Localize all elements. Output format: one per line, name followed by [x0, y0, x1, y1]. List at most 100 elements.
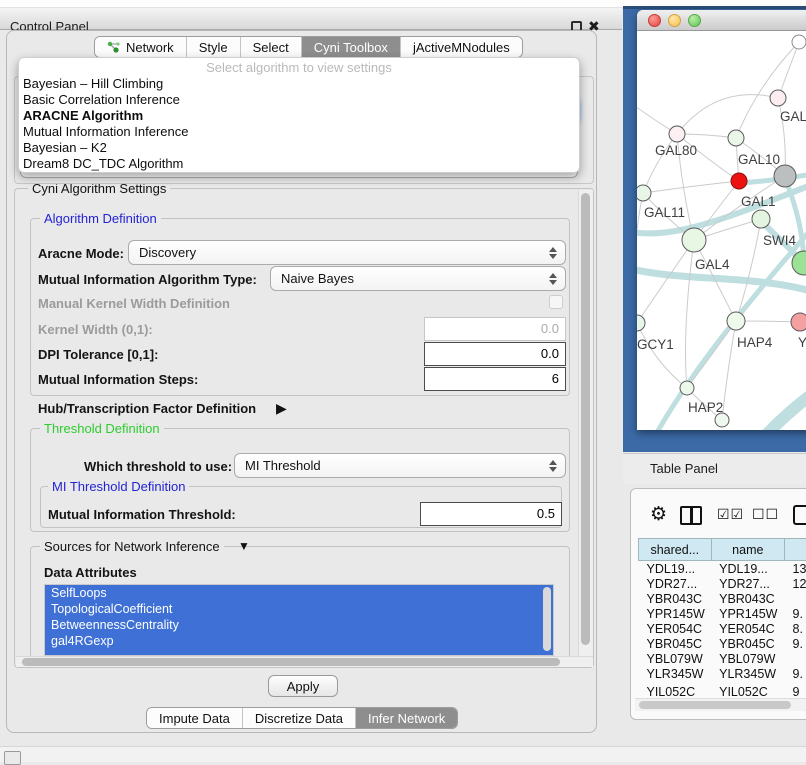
- network-node[interactable]: [715, 413, 729, 427]
- network-node-hap2[interactable]: [680, 381, 694, 395]
- network-node-swi4[interactable]: [752, 210, 770, 228]
- cell[interactable]: 13: [785, 561, 806, 577]
- list-item[interactable]: SelfLoops: [45, 585, 553, 601]
- cell[interactable]: YBL079W: [639, 651, 712, 666]
- cell[interactable]: [785, 591, 806, 606]
- table-row[interactable]: YBL079WYBL079W: [639, 651, 806, 666]
- column-header[interactable]: [785, 539, 806, 561]
- network-node[interactable]: [791, 313, 806, 331]
- which-threshold-combobox[interactable]: MI Threshold: [234, 453, 566, 478]
- cell[interactable]: YDR27...: [711, 576, 784, 591]
- mi-steps-field[interactable]: 6: [424, 367, 566, 391]
- cell[interactable]: 8.: [785, 621, 806, 636]
- tab-jactivemnodules[interactable]: jActiveMNodules: [401, 37, 522, 57]
- network-node-hap4[interactable]: [727, 312, 745, 330]
- settings-vscroll-thumb[interactable]: [581, 193, 590, 645]
- cell[interactable]: YLR345W: [711, 666, 784, 681]
- tab-style[interactable]: Style: [187, 37, 241, 57]
- cell[interactable]: YBL079W: [711, 651, 784, 666]
- dpi-tolerance-field[interactable]: 0.0: [424, 342, 566, 366]
- cell[interactable]: YPR145W: [711, 606, 784, 621]
- dropdown-item[interactable]: Dream8 DC_TDC Algorithm: [19, 156, 579, 172]
- cell[interactable]: YDL19...: [639, 561, 712, 577]
- table-row[interactable]: YDL19...YDL19...13: [639, 561, 806, 577]
- table-row[interactable]: YER054CYER054C8.: [639, 621, 806, 636]
- deselect-all-checks-icon[interactable]: ☐☐: [752, 506, 779, 523]
- list-item[interactable]: BetweennessCentrality: [45, 617, 553, 633]
- zoom-traffic-icon[interactable]: [688, 14, 701, 27]
- network-node-gal1[interactable]: [731, 173, 747, 189]
- tab-select[interactable]: Select: [241, 37, 302, 57]
- cell[interactable]: 9.: [785, 666, 806, 681]
- stepper-icon: [546, 273, 560, 285]
- dropdown-item[interactable]: Basic Correlation Inference: [19, 92, 579, 108]
- gear-icon[interactable]: ⚙: [650, 503, 667, 526]
- dropdown-item[interactable]: Mutual Information Inference: [19, 124, 579, 140]
- cell[interactable]: YDR27...: [639, 576, 712, 591]
- column-header-name[interactable]: name: [711, 539, 784, 561]
- cell[interactable]: YBR043C: [711, 591, 784, 606]
- tab-impute-data[interactable]: Impute Data: [147, 708, 243, 728]
- cell[interactable]: 9.: [785, 606, 806, 621]
- aracne-mode-combobox[interactable]: Discovery: [128, 240, 566, 265]
- table-row[interactable]: YPR145WYPR145W9.: [639, 606, 806, 621]
- tab-discretize-data[interactable]: Discretize Data: [243, 708, 356, 728]
- tab-cyni-toolbox[interactable]: Cyni Toolbox: [302, 37, 401, 57]
- panel-toggle-icon[interactable]: [4, 751, 21, 765]
- tab-cyni-toolbox-label: Cyni Toolbox: [314, 40, 388, 55]
- network-node-gal80[interactable]: [669, 126, 685, 142]
- table-row[interactable]: YBR045CYBR045C9.: [639, 636, 806, 651]
- cell[interactable]: YLR345W: [639, 666, 712, 681]
- which-threshold-value: MI Threshold: [235, 458, 546, 473]
- collapse-arrow-icon[interactable]: ▼: [238, 539, 250, 553]
- mit-field[interactable]: 0.5: [420, 502, 562, 526]
- cell[interactable]: YPR145W: [639, 606, 712, 621]
- mi-type-combobox[interactable]: Naive Bayes: [270, 266, 566, 291]
- table-row[interactable]: YDR27...YDR27...12: [639, 576, 806, 591]
- manual-kernel-checkbox[interactable]: [549, 295, 563, 309]
- cell[interactable]: YER054C: [639, 621, 712, 636]
- network-node-gal11[interactable]: [637, 185, 651, 201]
- dropdown-item-selected[interactable]: ARACNE Algorithm: [19, 108, 579, 124]
- cell[interactable]: YER054C: [711, 621, 784, 636]
- select-all-checks-icon[interactable]: ☑☑: [717, 506, 744, 523]
- table-row[interactable]: YBR043CYBR043C: [639, 591, 806, 606]
- list-item[interactable]: gal4RGexp: [45, 633, 553, 649]
- cell[interactable]: [785, 651, 806, 666]
- cell[interactable]: YBR043C: [639, 591, 712, 606]
- network-window-titlebar[interactable]: [637, 10, 806, 31]
- network-node-gcy1[interactable]: [637, 315, 645, 331]
- cell[interactable]: YBR045C: [639, 636, 712, 651]
- tab-infer-network[interactable]: Infer Network: [356, 708, 457, 728]
- dropdown-item[interactable]: Bayesian – Hill Climbing: [19, 76, 579, 92]
- expand-arrow-icon[interactable]: ▶: [276, 400, 287, 417]
- mi-type-value: Naive Bayes: [271, 271, 546, 286]
- network-node[interactable]: [770, 90, 786, 106]
- apply-button[interactable]: Apply: [268, 675, 338, 697]
- network-window[interactable]: GAL GAL80 GAL10 GAL1 GAL11 SWI4 GAL4 GCY…: [637, 10, 806, 430]
- network-node-gal10[interactable]: [728, 130, 744, 146]
- list-item[interactable]: TopologicalCoefficient: [45, 601, 553, 617]
- network-node[interactable]: [792, 35, 806, 49]
- network-canvas[interactable]: GAL GAL80 GAL10 GAL1 GAL11 SWI4 GAL4 GCY…: [637, 31, 806, 430]
- table-row[interactable]: YLR345WYLR345W9.: [639, 666, 806, 681]
- table-hscroll-thumb[interactable]: [639, 701, 791, 709]
- tab-network[interactable]: Network: [95, 37, 187, 57]
- list-item[interactable]: [45, 649, 553, 656]
- close-traffic-icon[interactable]: [648, 14, 661, 27]
- column-header-shared-name[interactable]: shared...: [639, 539, 712, 561]
- columns-icon[interactable]: [680, 506, 702, 525]
- cell[interactable]: 9.: [785, 636, 806, 651]
- export-table-icon[interactable]: [793, 505, 806, 525]
- cell[interactable]: YDL19...: [711, 561, 784, 577]
- network-node[interactable]: [774, 165, 796, 187]
- network-node-gal4[interactable]: [682, 228, 706, 252]
- list-scrollbar-thumb[interactable]: [543, 587, 551, 651]
- minimize-traffic-icon[interactable]: [668, 14, 681, 27]
- dropdown-item[interactable]: Bayesian – K2: [19, 140, 579, 156]
- settings-hscroll-thumb[interactable]: [22, 658, 560, 666]
- data-attributes-list[interactable]: SelfLoops TopologicalCoefficient Between…: [44, 584, 554, 656]
- cell[interactable]: YBR045C: [711, 636, 784, 651]
- dpi-tolerance-label: DPI Tolerance [0,1]:: [38, 347, 158, 362]
- cell[interactable]: 12: [785, 576, 806, 591]
